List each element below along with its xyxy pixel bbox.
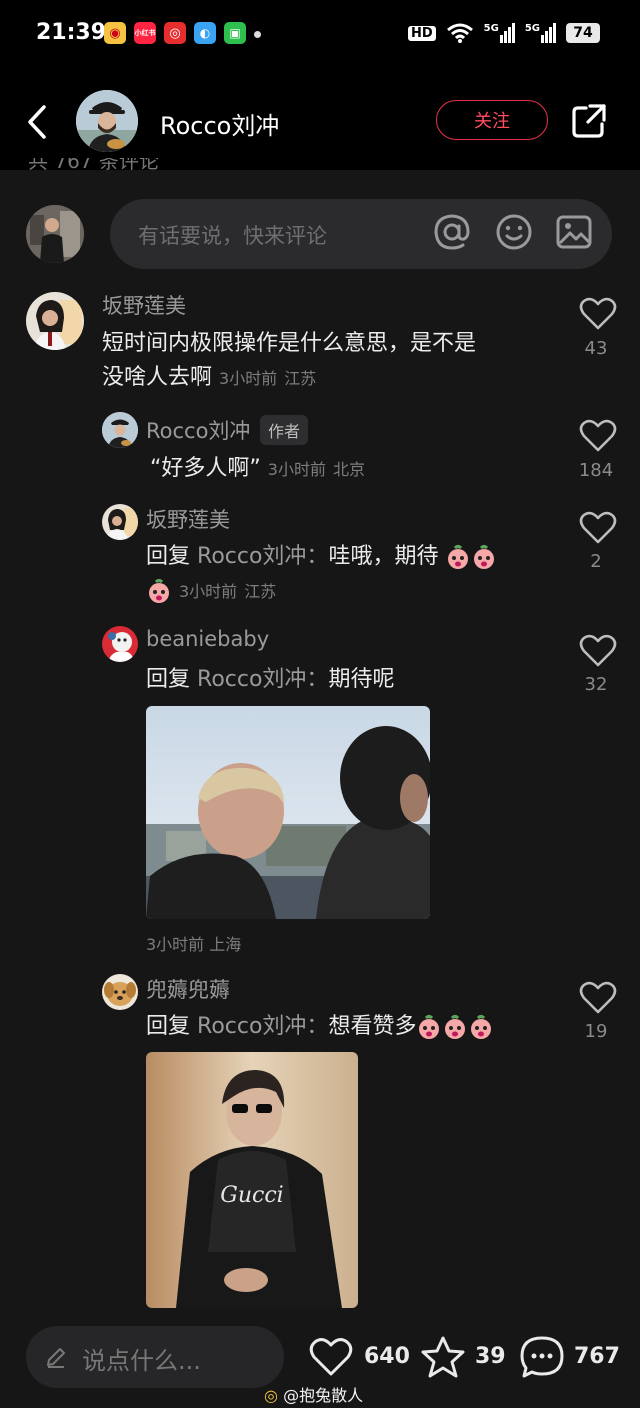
back-arrow-icon[interactable] xyxy=(24,104,50,140)
like-heart-icon[interactable] xyxy=(578,510,618,546)
star-icon[interactable] xyxy=(420,1335,466,1379)
author-name[interactable]: Rocco刘冲 xyxy=(160,106,279,141)
pencil-icon xyxy=(47,1348,65,1368)
battery-indicator: 74 xyxy=(566,23,600,43)
like-count: 184 xyxy=(578,460,614,481)
watermark: ◎ @抱兔散人 xyxy=(264,1386,364,1405)
reply-avatar[interactable] xyxy=(102,412,138,448)
peach-emoji-icon xyxy=(448,545,469,569)
reply-name[interactable]: beaniebaby xyxy=(146,627,269,651)
reply-location: 江苏 xyxy=(244,582,277,601)
reply-photo[interactable] xyxy=(146,706,430,919)
status-time: 21:39 xyxy=(36,20,107,45)
reply-time: 3小时前 xyxy=(267,460,326,479)
reply-text: 回复 Rocco刘冲：想看赞多 xyxy=(146,1010,494,1044)
image-icon[interactable] xyxy=(554,212,594,252)
peach-emoji-icon xyxy=(471,1015,492,1039)
like-heart-icon[interactable] xyxy=(308,1336,354,1378)
post-star-count: 39 xyxy=(475,1344,506,1369)
say-placeholder[interactable]: 说点什么... xyxy=(82,1341,201,1376)
status-app-icons: ◉ 小红书 ◎ ◐ ▣ xyxy=(104,22,246,44)
reply-avatar[interactable] xyxy=(102,974,138,1010)
comment-location: 江苏 xyxy=(284,369,317,388)
comment-text-line: 没啥人去啊 3小时前 江苏 xyxy=(102,365,317,390)
peach-emoji-icon xyxy=(419,1015,440,1039)
reply-photo[interactable]: Gucci xyxy=(146,1052,358,1308)
commenter-name[interactable]: 坂野莲美 xyxy=(102,290,186,320)
post-comment-count: 767 xyxy=(574,1344,620,1369)
like-heart-icon[interactable] xyxy=(578,296,618,332)
my-avatar xyxy=(26,205,84,263)
reply-meta: 3小时前 上海 xyxy=(146,931,241,955)
reply-text: 回复 Rocco刘冲：哇哦，期待 3小时前 江苏 xyxy=(146,540,546,609)
signal-1: 5G xyxy=(484,23,515,43)
like-count: 43 xyxy=(584,338,608,359)
comment-text: 短时间内极限操作是什么意思，是不是 没啥人去啊 3小时前 江苏 xyxy=(102,327,562,396)
reply-name[interactable]: 兜薅兜薅 xyxy=(146,974,230,1004)
follow-button[interactable]: 关注 xyxy=(436,100,548,140)
comment-time: 3小时前 xyxy=(219,369,278,388)
reply-target[interactable]: Rocco刘冲： xyxy=(197,1014,328,1039)
comment-text-line: 短时间内极限操作是什么意思，是不是 xyxy=(102,331,477,356)
peach-emoji-icon xyxy=(445,1015,466,1039)
notification-dot xyxy=(254,31,261,38)
reply-time: 3小时前 xyxy=(179,582,238,601)
mention-icon[interactable] xyxy=(432,212,472,252)
emoji-icon[interactable] xyxy=(494,212,534,252)
author-avatar[interactable] xyxy=(76,90,138,152)
weibo-icon: ◉ xyxy=(104,22,126,44)
comment-count-label: 共 767 条评论 xyxy=(28,158,159,173)
xiaohongshu-icon: 小红书 xyxy=(134,22,156,44)
commenter-avatar[interactable] xyxy=(26,292,84,350)
wechat-pay-icon: ▣ xyxy=(224,22,246,44)
signal-2: 5G xyxy=(525,23,556,43)
post-like-count: 640 xyxy=(364,1344,410,1369)
reply-location: 上海 xyxy=(209,935,242,954)
shirt-print-text: Gucci xyxy=(220,1183,283,1208)
hd-label: HD xyxy=(407,25,436,41)
like-count: 19 xyxy=(584,1021,608,1042)
reply-location: 北京 xyxy=(332,460,365,479)
status-right: HD 5G 5G 74 xyxy=(407,22,600,44)
like-heart-icon[interactable] xyxy=(578,633,618,669)
like-count: 32 xyxy=(584,674,608,695)
reply-target[interactable]: Rocco刘冲： xyxy=(197,667,328,692)
reply-avatar[interactable] xyxy=(102,626,138,662)
reply-target[interactable]: Rocco刘冲： xyxy=(197,544,328,569)
like-count: 2 xyxy=(590,551,602,572)
reply-text: “好多人啊” 3小时前 北京 xyxy=(150,456,365,481)
weibo-logo-icon: ◎ xyxy=(264,1386,278,1405)
composer-placeholder[interactable]: 有话要说，快来评论 xyxy=(138,220,327,250)
reply-time: 3小时前 xyxy=(146,935,205,954)
reply-avatar[interactable] xyxy=(102,504,138,540)
reply-name[interactable]: 坂野莲美 xyxy=(146,504,230,534)
share-icon[interactable] xyxy=(570,102,608,140)
comment-bubble-icon[interactable] xyxy=(518,1334,566,1380)
qq-music-icon: ◐ xyxy=(194,22,216,44)
peach-emoji-icon xyxy=(474,545,495,569)
like-heart-icon[interactable] xyxy=(578,418,618,454)
netease-music-icon: ◎ xyxy=(164,22,186,44)
wifi-icon xyxy=(446,23,473,43)
like-heart-icon[interactable] xyxy=(578,980,618,1016)
author-badge: 作者 xyxy=(260,415,309,445)
reply-name[interactable]: Rocco刘冲 xyxy=(146,415,250,445)
peach-emoji-icon xyxy=(149,579,169,603)
reply-text: 回复 Rocco刘冲：期待呢 xyxy=(146,667,395,692)
